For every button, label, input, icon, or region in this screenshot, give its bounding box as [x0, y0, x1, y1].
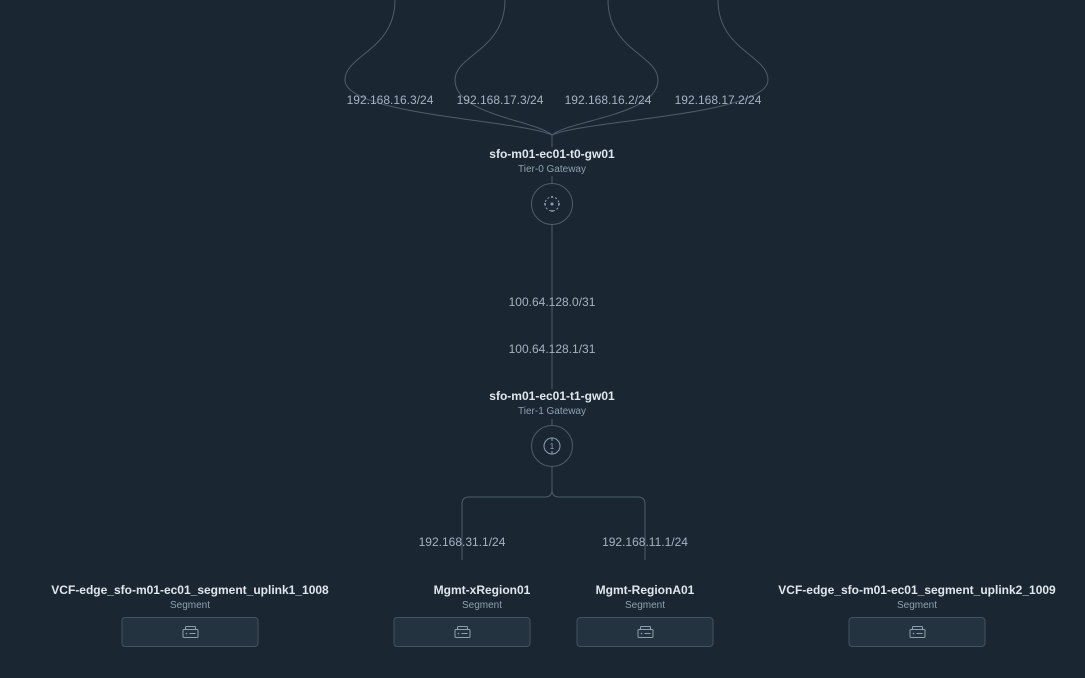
- t0-t1-link-ip-top: 100.64.128.0/31: [509, 295, 596, 309]
- segment-3-box[interactable]: [849, 617, 986, 647]
- topology-canvas: 192.168.16.3/24 192.168.17.3/24 192.168.…: [0, 0, 1085, 678]
- segment-2-box[interactable]: [577, 617, 714, 647]
- segment-3-type: Segment: [897, 600, 937, 611]
- segment-icon: [909, 626, 925, 638]
- segment-2-name[interactable]: Mgmt-RegionA01: [596, 583, 695, 597]
- svg-text:1: 1: [550, 442, 555, 451]
- t1-gateway-name[interactable]: sfo-m01-ec01-t1-gw01: [489, 389, 614, 403]
- segment-0-name[interactable]: VCF-edge_sfo-m01-ec01_segment_uplink1_10…: [51, 583, 328, 597]
- segment-1-name[interactable]: Mgmt-xRegion01: [434, 583, 531, 597]
- t1-child-ip-right: 192.168.11.1/24: [602, 535, 688, 549]
- t1-gateway-type: Tier-1 Gateway: [518, 406, 586, 417]
- t0-gateway-name[interactable]: sfo-m01-ec01-t0-gw01: [489, 147, 614, 161]
- segment-1-type: Segment: [462, 600, 502, 611]
- uplink-ip-3: 192.168.17.2/24: [675, 93, 762, 107]
- segment-0-box[interactable]: [122, 617, 259, 647]
- segment-2-type: Segment: [625, 600, 665, 611]
- segment-0-type: Segment: [170, 600, 210, 611]
- t0-t1-link-ip-bottom: 100.64.128.1/31: [509, 342, 596, 356]
- segment-icon: [637, 626, 653, 638]
- segment-icon: [454, 626, 470, 638]
- t0-gateway-icon[interactable]: [531, 183, 573, 225]
- tier1-icon: 1: [542, 436, 562, 456]
- t1-child-ip-left: 192.168.31.1/24: [419, 535, 506, 549]
- uplink-ip-1: 192.168.17.3/24: [457, 93, 544, 107]
- tier0-icon: [542, 194, 562, 214]
- uplink-ip-2: 192.168.16.2/24: [565, 93, 652, 107]
- t1-gateway-icon[interactable]: 1: [531, 425, 573, 467]
- segment-1-box[interactable]: [394, 617, 531, 647]
- segment-icon: [182, 626, 198, 638]
- segment-3-name[interactable]: VCF-edge_sfo-m01-ec01_segment_uplink2_10…: [778, 583, 1055, 597]
- uplink-ip-0: 192.168.16.3/24: [347, 93, 434, 107]
- t0-gateway-type: Tier-0 Gateway: [518, 164, 586, 175]
